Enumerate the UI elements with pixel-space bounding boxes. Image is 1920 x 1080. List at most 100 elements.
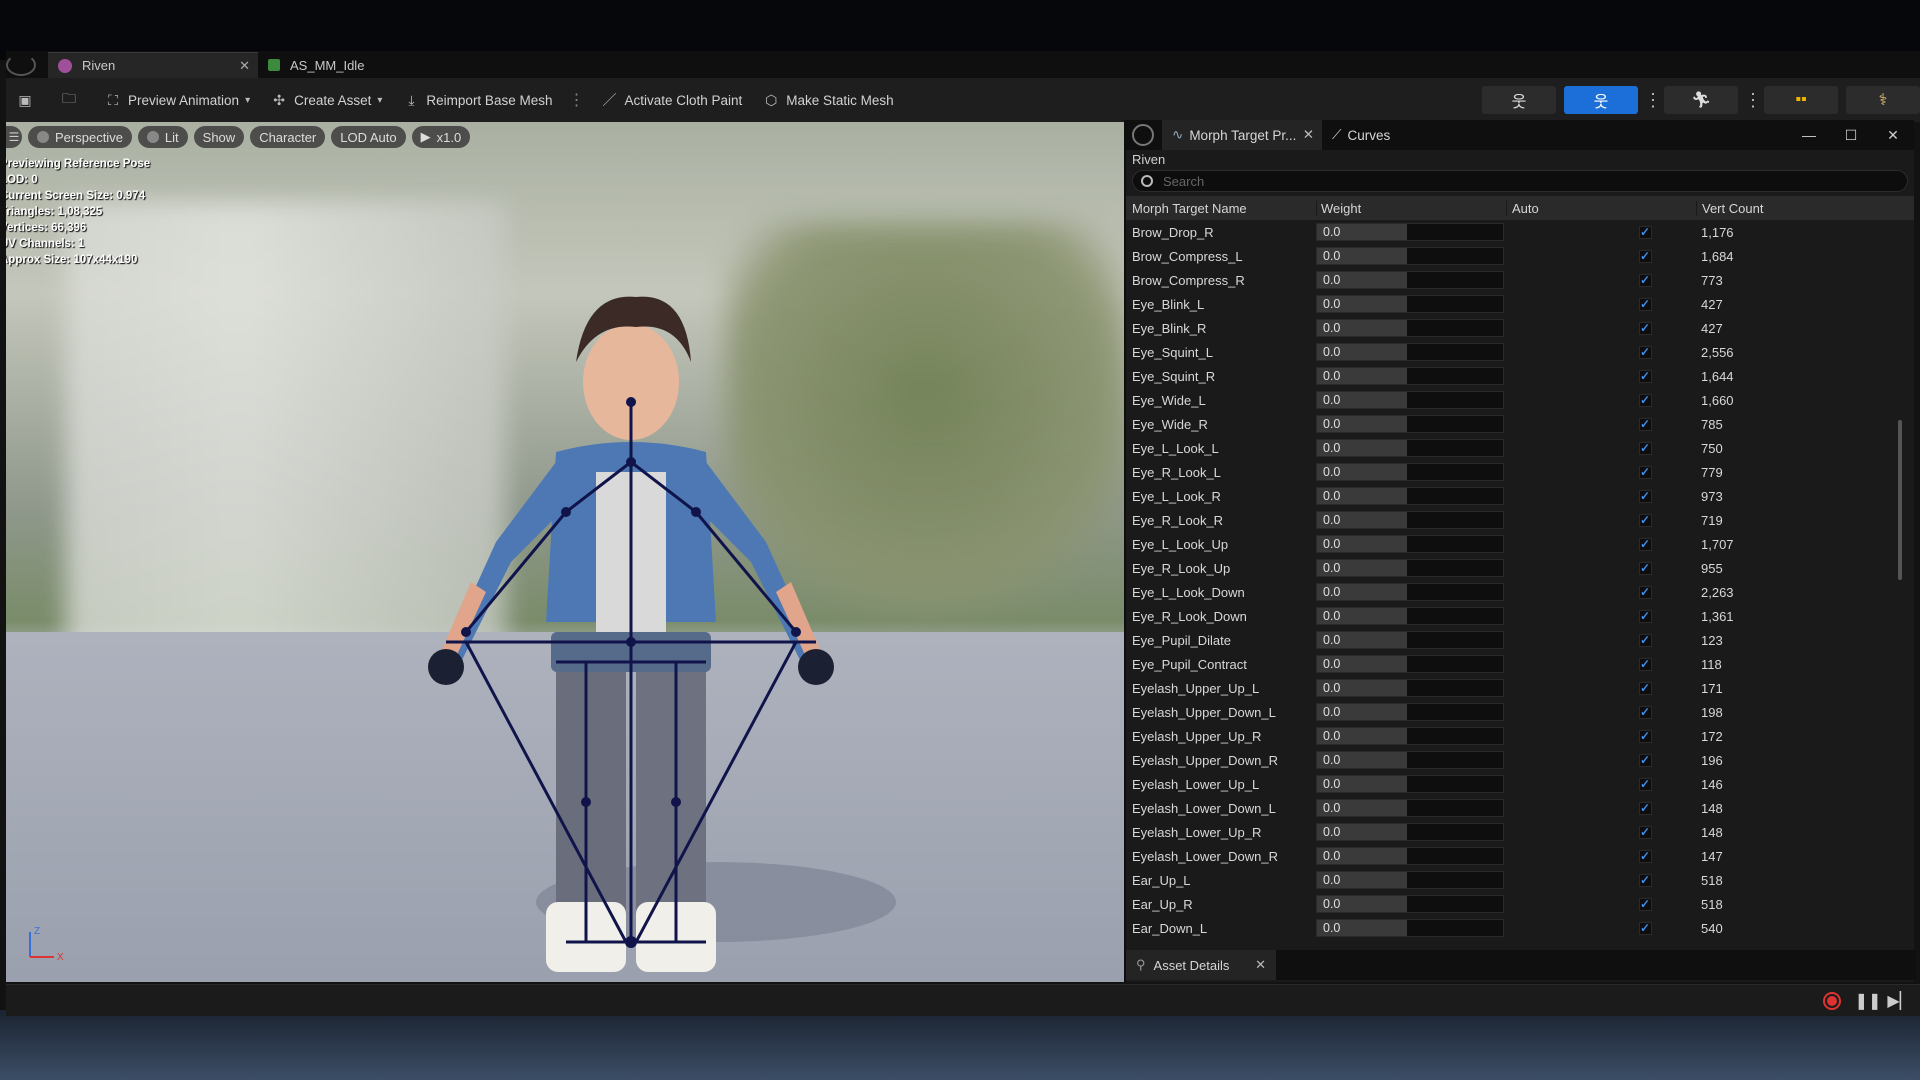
weight-slider[interactable]: 0.0 bbox=[1316, 463, 1504, 481]
auto-checkbox[interactable]: ✓ bbox=[1638, 609, 1652, 623]
scrollbar[interactable] bbox=[1898, 420, 1902, 580]
table-row[interactable]: Eye_Wide_L 0.0 ✓ 1,660 bbox=[1126, 388, 1914, 412]
weight-slider[interactable]: 0.0 bbox=[1316, 391, 1504, 409]
weight-slider[interactable]: 0.0 bbox=[1316, 511, 1504, 529]
step-forward-icon[interactable]: ▶▏ bbox=[1887, 991, 1912, 1011]
auto-checkbox[interactable]: ✓ bbox=[1638, 249, 1652, 263]
lit-button[interactable]: Lit bbox=[137, 126, 188, 148]
auto-checkbox[interactable]: ✓ bbox=[1638, 633, 1652, 647]
table-row[interactable]: Eyelash_Upper_Up_L 0.0 ✓ 171 bbox=[1126, 676, 1914, 700]
weight-slider[interactable]: 0.0 bbox=[1316, 655, 1504, 673]
table-row[interactable]: Eyelash_Lower_Down_R 0.0 ✓ 147 bbox=[1126, 844, 1914, 868]
table-row[interactable]: Eyelash_Lower_Up_L 0.0 ✓ 146 bbox=[1126, 772, 1914, 796]
table-row[interactable]: Eyelash_Upper_Down_R 0.0 ✓ 196 bbox=[1126, 748, 1914, 772]
more-options-icon[interactable]: ⋮ bbox=[568, 90, 584, 110]
weight-slider[interactable]: 0.0 bbox=[1316, 583, 1504, 601]
make-static-mesh-button[interactable]: ⬡ Make Static Mesh bbox=[752, 85, 903, 115]
weight-slider[interactable]: 0.0 bbox=[1316, 919, 1504, 937]
more-options-icon[interactable]: ⋮ bbox=[1744, 90, 1762, 111]
table-row[interactable]: Eyelash_Upper_Up_R 0.0 ✓ 172 bbox=[1126, 724, 1914, 748]
column-header-weight[interactable]: Weight bbox=[1316, 200, 1506, 216]
auto-checkbox[interactable]: ✓ bbox=[1638, 321, 1652, 335]
lod-button[interactable]: LOD Auto bbox=[331, 126, 406, 148]
auto-checkbox[interactable]: ✓ bbox=[1638, 465, 1652, 479]
weight-slider[interactable]: 0.0 bbox=[1316, 631, 1504, 649]
character-preview-mesh[interactable] bbox=[386, 202, 906, 982]
weight-slider[interactable]: 0.0 bbox=[1316, 895, 1504, 913]
browse-button[interactable]: 🗀 bbox=[50, 85, 94, 115]
weight-slider[interactable]: 0.0 bbox=[1316, 343, 1504, 361]
maximize-icon[interactable]: ☐ bbox=[1830, 127, 1872, 144]
weight-slider[interactable]: 0.0 bbox=[1316, 487, 1504, 505]
table-row[interactable]: Eyelash_Upper_Down_L 0.0 ✓ 198 bbox=[1126, 700, 1914, 724]
tab-morph-target-preview[interactable]: ∿ Morph Target Pr... ✕ bbox=[1162, 120, 1322, 150]
close-icon[interactable]: ✕ bbox=[1872, 127, 1914, 144]
weight-slider[interactable]: 0.0 bbox=[1316, 751, 1504, 769]
weight-slider[interactable]: 0.0 bbox=[1316, 559, 1504, 577]
column-header-auto[interactable]: Auto bbox=[1506, 200, 1696, 216]
animation-mode-button[interactable]: 🏃︎ bbox=[1664, 86, 1738, 114]
weight-slider[interactable]: 0.0 bbox=[1316, 679, 1504, 697]
table-row[interactable]: Eye_Pupil_Dilate 0.0 ✓ 123 bbox=[1126, 628, 1914, 652]
table-row[interactable]: Eye_Squint_L 0.0 ✓ 2,556 bbox=[1126, 340, 1914, 364]
search-input[interactable]: Search bbox=[1132, 170, 1908, 192]
viewport-options-menu[interactable]: ☰ bbox=[6, 126, 22, 148]
preview-animation-button[interactable]: ⛶ Preview Animation ▾ bbox=[94, 85, 260, 115]
auto-checkbox[interactable]: ✓ bbox=[1638, 441, 1652, 455]
table-row[interactable]: Eye_R_Look_Down 0.0 ✓ 1,361 bbox=[1126, 604, 1914, 628]
blueprint-mode-button[interactable]: ▪▪ bbox=[1764, 86, 1838, 114]
minimize-icon[interactable]: — bbox=[1788, 127, 1830, 143]
table-row[interactable]: Eyelash_Lower_Down_L 0.0 ✓ 148 bbox=[1126, 796, 1914, 820]
weight-slider[interactable]: 0.0 bbox=[1316, 871, 1504, 889]
close-icon[interactable]: ✕ bbox=[239, 58, 250, 74]
table-row[interactable]: Eye_Squint_R 0.0 ✓ 1,644 bbox=[1126, 364, 1914, 388]
record-button[interactable] bbox=[1822, 992, 1841, 1010]
auto-checkbox[interactable]: ✓ bbox=[1638, 585, 1652, 599]
show-button[interactable]: Show bbox=[193, 126, 245, 148]
tab-asset-details[interactable]: ⚲ Asset Details ✕ bbox=[1126, 950, 1276, 980]
auto-checkbox[interactable]: ✓ bbox=[1638, 705, 1652, 719]
weight-slider[interactable]: 0.0 bbox=[1316, 319, 1504, 337]
column-header-vert-count[interactable]: Vert Count bbox=[1696, 200, 1886, 216]
table-row[interactable]: Eye_R_Look_L 0.0 ✓ 779 bbox=[1126, 460, 1914, 484]
tab-riven[interactable]: Riven ✕ bbox=[48, 52, 258, 78]
table-row[interactable]: Ear_Down_L 0.0 ✓ 540 bbox=[1126, 916, 1914, 940]
auto-checkbox[interactable]: ✓ bbox=[1638, 225, 1652, 239]
pause-icon[interactable]: ❚❚ bbox=[1855, 991, 1882, 1011]
weight-slider[interactable]: 0.0 bbox=[1316, 727, 1504, 745]
close-icon[interactable]: ✕ bbox=[1303, 127, 1314, 143]
reimport-base-mesh-button[interactable]: ⤓ Reimport Base Mesh bbox=[392, 85, 562, 115]
auto-checkbox[interactable]: ✓ bbox=[1638, 729, 1652, 743]
activate-cloth-paint-button[interactable]: ／ Activate Cloth Paint bbox=[590, 85, 752, 115]
auto-checkbox[interactable]: ✓ bbox=[1638, 393, 1652, 407]
column-header-name[interactable]: Morph Target Name bbox=[1126, 201, 1316, 216]
tab-curves[interactable]: ⟋ Curves bbox=[1322, 120, 1400, 150]
table-row[interactable]: Eye_Blink_R 0.0 ✓ 427 bbox=[1126, 316, 1914, 340]
weight-slider[interactable]: 0.0 bbox=[1316, 247, 1504, 265]
preview-viewport[interactable]: ☰ Perspective Lit Show Character LOD Aut… bbox=[6, 122, 1124, 982]
table-row[interactable]: Ear_Up_R 0.0 ✓ 518 bbox=[1126, 892, 1914, 916]
weight-slider[interactable]: 0.0 bbox=[1316, 823, 1504, 841]
table-row[interactable]: Brow_Compress_R 0.0 ✓ 773 bbox=[1126, 268, 1914, 292]
weight-slider[interactable]: 0.0 bbox=[1316, 271, 1504, 289]
weight-slider[interactable]: 0.0 bbox=[1316, 799, 1504, 817]
weight-slider[interactable]: 0.0 bbox=[1316, 439, 1504, 457]
auto-checkbox[interactable]: ✓ bbox=[1638, 921, 1652, 935]
auto-checkbox[interactable]: ✓ bbox=[1638, 777, 1652, 791]
skeleton-mode-button[interactable]: 웃 bbox=[1482, 86, 1556, 114]
close-icon[interactable]: ✕ bbox=[1255, 957, 1266, 973]
table-row[interactable]: Eye_Wide_R 0.0 ✓ 785 bbox=[1126, 412, 1914, 436]
physics-mode-button[interactable]: ⚕ bbox=[1846, 86, 1920, 114]
auto-checkbox[interactable]: ✓ bbox=[1638, 417, 1652, 431]
create-asset-button[interactable]: ✣ Create Asset ▾ bbox=[260, 85, 392, 115]
auto-checkbox[interactable]: ✓ bbox=[1638, 513, 1652, 527]
table-row[interactable]: Eye_L_Look_Up 0.0 ✓ 1,707 bbox=[1126, 532, 1914, 556]
weight-slider[interactable]: 0.0 bbox=[1316, 607, 1504, 625]
table-row[interactable]: Eye_Blink_L 0.0 ✓ 427 bbox=[1126, 292, 1914, 316]
weight-slider[interactable]: 0.0 bbox=[1316, 775, 1504, 793]
auto-checkbox[interactable]: ✓ bbox=[1638, 657, 1652, 671]
auto-checkbox[interactable]: ✓ bbox=[1638, 873, 1652, 887]
weight-slider[interactable]: 0.0 bbox=[1316, 415, 1504, 433]
weight-slider[interactable]: 0.0 bbox=[1316, 295, 1504, 313]
table-row[interactable]: Eye_Pupil_Contract 0.0 ✓ 118 bbox=[1126, 652, 1914, 676]
